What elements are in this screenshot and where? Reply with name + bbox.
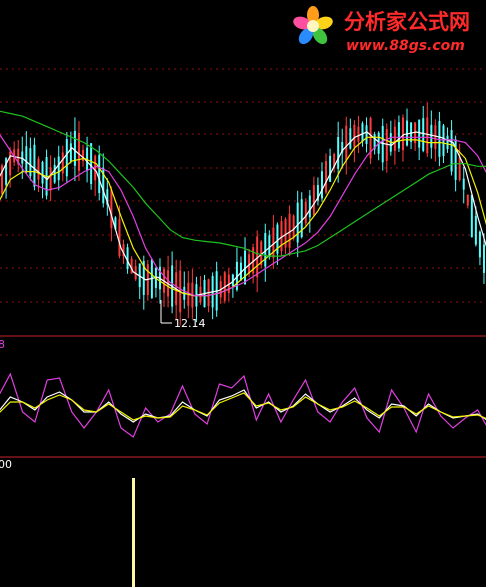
candle-body-114 bbox=[462, 178, 465, 190]
candle-body-101 bbox=[410, 122, 413, 142]
osc-line-white bbox=[0, 389, 486, 423]
candle-body-8 bbox=[33, 144, 36, 187]
candle-body-22 bbox=[90, 143, 93, 185]
candle-body-109 bbox=[442, 125, 445, 156]
candle-body-71 bbox=[288, 213, 291, 248]
candle-body-31 bbox=[126, 247, 129, 270]
candle-body-16 bbox=[65, 139, 68, 177]
candle-body-17 bbox=[69, 143, 72, 162]
candle-body-81 bbox=[329, 155, 332, 182]
candle-body-104 bbox=[422, 118, 425, 151]
watermark-logo: 分析家公式网 www.88gs.com bbox=[293, 6, 470, 54]
candlestick-series bbox=[1, 102, 485, 326]
candle-body-14 bbox=[57, 156, 60, 181]
candle-body-116 bbox=[470, 194, 473, 238]
candle-body-86 bbox=[349, 128, 352, 149]
candle-body-24 bbox=[98, 154, 101, 194]
candle-body-77 bbox=[312, 185, 315, 216]
candle-body-6 bbox=[25, 146, 28, 171]
candle-body-20 bbox=[82, 149, 85, 162]
candle-body-5 bbox=[21, 151, 24, 164]
candle-body-9 bbox=[37, 158, 40, 180]
candle-body-115 bbox=[466, 194, 469, 206]
signal-bar-0 bbox=[132, 478, 135, 587]
osc-line-magenta bbox=[0, 372, 486, 438]
low-marker-label: 12.14 bbox=[174, 317, 206, 330]
oscillator-lines bbox=[0, 372, 486, 438]
candle-body-118 bbox=[478, 231, 481, 258]
candle-body-105 bbox=[426, 117, 429, 154]
candle-body-87 bbox=[353, 124, 356, 148]
ma-line-yellow bbox=[0, 136, 486, 297]
signal-bars bbox=[132, 478, 135, 587]
candle-body-119 bbox=[482, 244, 485, 273]
candle-body-90 bbox=[365, 125, 368, 145]
candle-body-75 bbox=[304, 201, 307, 224]
candle-body-110 bbox=[446, 135, 449, 150]
chart-window: 分析家公式网 www.88gs.com 12.14 8 00 bbox=[0, 0, 486, 587]
candle-body-117 bbox=[474, 216, 477, 245]
candle-body-76 bbox=[308, 195, 311, 218]
watermark-url: www.88gs.com bbox=[346, 38, 465, 54]
watermark-title: 分析家公式网 bbox=[344, 10, 470, 34]
candle-body-73 bbox=[296, 202, 299, 243]
candle-body-72 bbox=[292, 215, 295, 239]
candle-body-29 bbox=[118, 219, 121, 256]
candle-body-99 bbox=[401, 117, 404, 151]
signal-axis-label: 00 bbox=[0, 458, 12, 471]
candle-body-107 bbox=[434, 125, 437, 150]
price-grid bbox=[0, 68, 486, 303]
candle-body-89 bbox=[361, 123, 364, 142]
candle-body-23 bbox=[94, 155, 97, 181]
candle-body-100 bbox=[406, 120, 409, 146]
osc-line-yellow bbox=[0, 392, 486, 421]
oscillator-axis-label: 8 bbox=[0, 338, 5, 351]
candle-body-27 bbox=[110, 190, 113, 229]
flower-icon bbox=[293, 6, 333, 45]
candle-body-94 bbox=[381, 125, 384, 163]
candle-body-83 bbox=[337, 136, 340, 169]
ma-line-white bbox=[0, 131, 486, 297]
candle-body-106 bbox=[430, 124, 433, 148]
candle-body-15 bbox=[61, 152, 64, 174]
candle-body-12 bbox=[49, 167, 52, 191]
candle-body-95 bbox=[385, 129, 388, 161]
chart-canvas: 分析家公式网 www.88gs.com 12.14 8 00 bbox=[0, 6, 486, 587]
candle-body-19 bbox=[77, 133, 80, 171]
candle-body-97 bbox=[393, 126, 396, 151]
candle-body-10 bbox=[41, 161, 44, 184]
candle-body-113 bbox=[458, 156, 461, 181]
candle-body-80 bbox=[325, 161, 328, 193]
candle-body-85 bbox=[345, 125, 348, 161]
candle-body-79 bbox=[320, 171, 323, 199]
candle-body-103 bbox=[418, 119, 421, 148]
candle-body-88 bbox=[357, 126, 360, 142]
candle-body-111 bbox=[450, 129, 453, 172]
candle-body-98 bbox=[397, 122, 400, 149]
